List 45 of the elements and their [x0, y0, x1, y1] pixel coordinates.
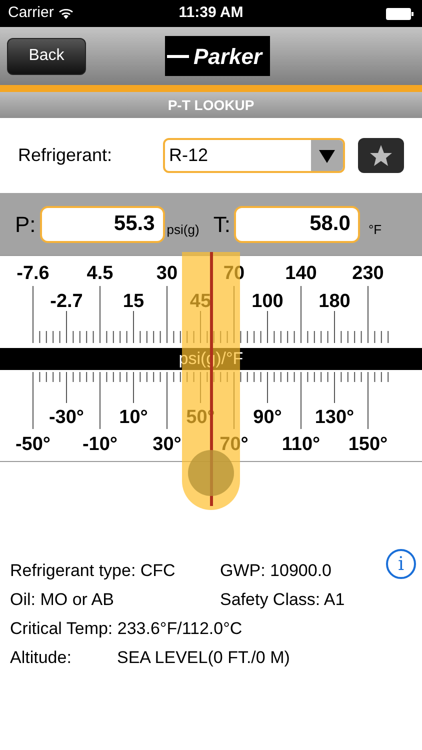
pressure-scale-label: -7.6	[16, 264, 50, 283]
pressure-scale-label: 15	[122, 292, 144, 311]
page-title: P-T LOOKUP	[168, 96, 254, 114]
refrigerant-label: Refrigerant:	[18, 144, 114, 167]
pressure-label: P:	[15, 210, 36, 238]
temperature-scale-label: 90°	[253, 408, 282, 427]
temperature-field[interactable]: 58.0	[234, 206, 360, 242]
info-text: Refrigerant type: CFC	[10, 560, 176, 582]
temperature-scale-label: -10°	[82, 435, 118, 454]
carrier-label: Carrier	[8, 3, 54, 24]
info-text: GWP: 10900.0	[220, 560, 332, 582]
temperature-scale-label: 150°	[348, 435, 388, 454]
favorite-button[interactable]	[358, 138, 404, 173]
info-text: Altitude:	[10, 646, 72, 669]
caret-icon	[311, 140, 343, 171]
star-icon	[369, 144, 393, 168]
pressure-scale-label: 4.5	[86, 264, 114, 283]
pressure-unit: psi(g)	[166, 221, 200, 240]
temperature-label: T:	[213, 210, 230, 238]
temperature-scale-label: -50°	[15, 435, 51, 454]
wifi-icon	[58, 8, 74, 20]
pressure-field[interactable]: 55.3	[40, 206, 165, 242]
temperature-unit: °F	[368, 221, 382, 240]
pressure-scale-label: 30	[156, 264, 178, 283]
pressure-scale-label: -2.7	[50, 292, 83, 311]
temperature-scale-label: -30°	[48, 408, 84, 427]
pressure-scale-label: 140	[285, 264, 317, 283]
temperature-scale-label: 10°	[119, 408, 148, 427]
info-text: Safety Class: A1	[220, 588, 345, 611]
temperature-scale-label: 130°	[314, 408, 354, 427]
logo: Parker	[165, 36, 270, 76]
pressure-scale-label: 45	[190, 292, 212, 311]
battery-icon	[386, 8, 414, 20]
refrigerant-dropdown[interactable]: R-12	[163, 138, 345, 173]
info-button[interactable]: i	[386, 549, 416, 579]
info-text: Oil: MO or AB	[10, 588, 115, 611]
clock: 11:39 AM	[178, 3, 244, 24]
pressure-scale-label: 100	[252, 292, 284, 311]
temperature-scale-label: 30°	[152, 435, 182, 454]
info-text: Critical Temp: 233.6°F/112.0°C	[10, 618, 242, 640]
back-button[interactable]: Back	[7, 38, 86, 74]
pressure-scale-label: 180	[318, 292, 350, 311]
info-text: SEA LEVEL(0 FT./0 M)	[117, 646, 290, 669]
temperature-scale-label: 110°	[282, 435, 320, 454]
pressure-scale-label: 230	[352, 264, 384, 283]
